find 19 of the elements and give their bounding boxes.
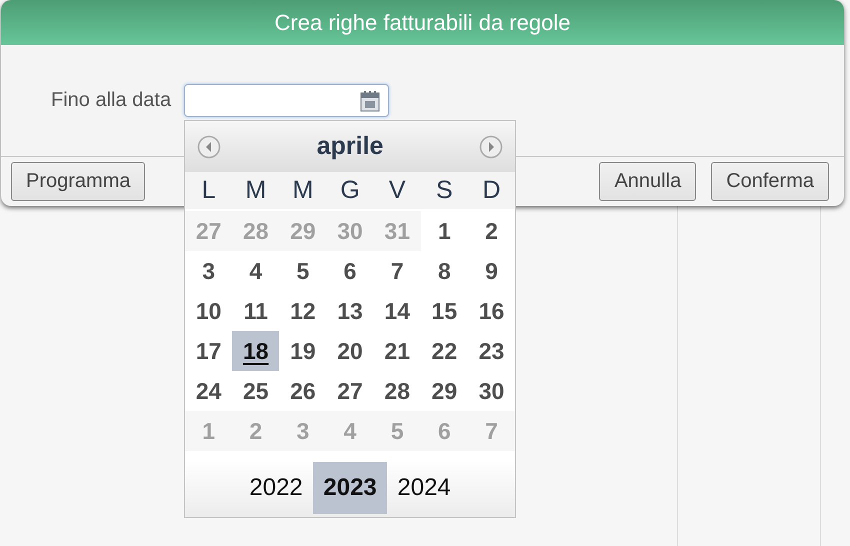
weekday-label: L xyxy=(185,172,232,209)
year-option[interactable]: 2022 xyxy=(239,462,314,514)
weekday-label: V xyxy=(374,172,421,209)
weekday-label: M xyxy=(279,172,326,209)
calendar-icon[interactable] xyxy=(360,90,380,112)
schedule-button[interactable]: Programma xyxy=(11,162,146,201)
month-title: aprile xyxy=(316,132,384,161)
cancel-button[interactable]: Annulla xyxy=(599,162,696,201)
weekday-label: D xyxy=(468,172,516,209)
confirm-button[interactable]: Conferma xyxy=(711,162,829,201)
weekday-label: S xyxy=(420,172,468,209)
weekday-label: M xyxy=(232,172,280,209)
dialog-title: Crea righe fatturabili da regole xyxy=(1,0,844,45)
calendar-day[interactable]: 18 xyxy=(232,331,280,371)
year-option[interactable]: 2024 xyxy=(387,462,462,514)
date-field[interactable] xyxy=(184,84,390,117)
year-option[interactable]: 2023 xyxy=(313,462,388,514)
weekday-label: G xyxy=(326,172,374,209)
field-label: Fino alla data xyxy=(51,89,172,112)
